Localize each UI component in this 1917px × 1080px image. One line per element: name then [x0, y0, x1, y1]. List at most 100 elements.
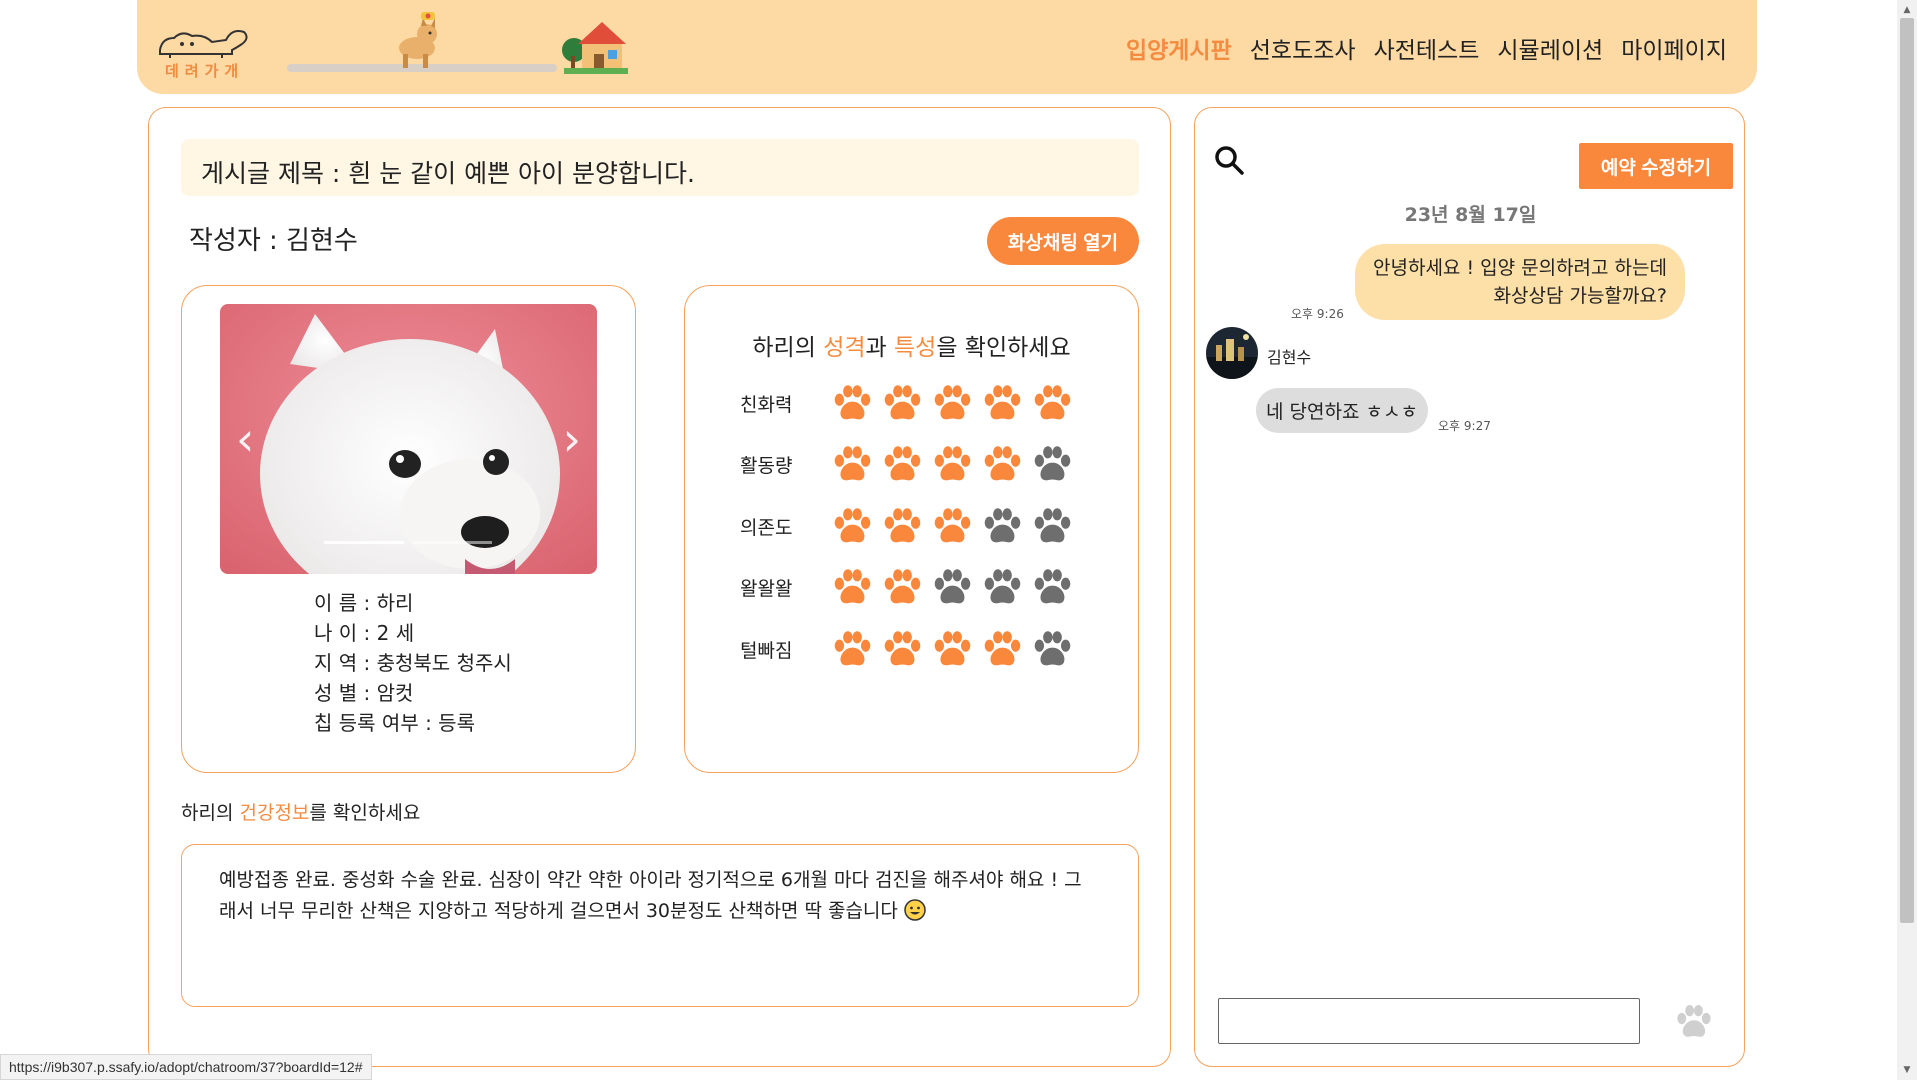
trait-label: 털빠짐	[740, 639, 793, 662]
nav-item-pre-test[interactable]: 사전테스트	[1374, 31, 1480, 65]
post-panel: 게시글 제목 : 흰 눈 같이 예쁜 아이 분양합니다. 작성자 : 김현수 화…	[148, 107, 1171, 1067]
trait-row: 친화력	[740, 378, 1075, 428]
paw-filled-icon	[834, 630, 871, 665]
trait-row: 활동량	[740, 440, 1075, 490]
traits-heading-personality: 성격	[823, 335, 866, 361]
search-icon[interactable]	[1213, 144, 1245, 176]
edit-reservation-button[interactable]: 예약 수정하기	[1579, 143, 1733, 189]
trait-paw-rating	[830, 442, 1075, 487]
paw-filled-icon	[884, 569, 921, 604]
nav-item-my-page[interactable]: 마이페이지	[1621, 31, 1727, 65]
nav-item-adopt-board[interactable]: 입양게시판	[1126, 31, 1232, 65]
paw-filled-icon	[834, 384, 871, 419]
dog-info-chip: 칩 등록 여부 : 등록	[314, 711, 475, 735]
paw-filled-icon	[884, 384, 921, 419]
scroll-thumb[interactable]	[1900, 18, 1914, 923]
trait-label: 의존도	[740, 516, 793, 539]
traits-heading-suffix: 을 확인하세요	[936, 335, 1071, 361]
paw-filled-icon	[984, 630, 1021, 665]
chat-message-line: 화상상담 가능할까요?	[1493, 285, 1667, 307]
health-info-body: 예방접종 완료. 중성화 수술 완료. 심장이 약간 약한 아이라 정기적으로 …	[219, 869, 1082, 922]
dog-photo-carousel[interactable]: ‹ ›	[220, 304, 597, 574]
trait-paw-rating	[830, 504, 1075, 549]
paw-empty-icon	[984, 569, 1021, 604]
chat-message-line: 안녕하세요 ! 입양 문의하려고 하는데	[1373, 257, 1667, 279]
carousel-indicator[interactable]	[412, 541, 492, 544]
health-heading: 하리의 건강정보를 확인하세요	[181, 798, 420, 825]
trait-row: 왈왈왈	[740, 563, 1075, 613]
paw-filled-icon	[934, 630, 971, 665]
traits-heading-characteristics: 특성	[894, 335, 937, 361]
paw-empty-icon	[984, 507, 1021, 542]
chat-date: 23년 8월 17일	[1404, 204, 1537, 226]
dog-info-list: 이 름 : 하리 나 이 : 2 세 지 역 : 충청북도 청주시 성 별 : …	[314, 588, 512, 738]
health-heading-accent: 건강정보	[239, 802, 310, 824]
nav-item-simulation[interactable]: 시뮬레이션	[1497, 31, 1603, 65]
open-video-chat-button[interactable]: 화상채팅 열기	[987, 217, 1139, 265]
status-bar-url: https://i9b307.p.ssafy.io/adopt/chatroom…	[0, 1054, 372, 1080]
dog-info-age: 나 이 : 2 세	[314, 621, 415, 645]
paw-filled-icon	[934, 384, 971, 419]
paw-filled-icon	[834, 446, 871, 481]
chat-message-input[interactable]	[1218, 998, 1640, 1044]
paw-empty-icon	[934, 569, 971, 604]
paw-send-icon[interactable]	[1673, 1001, 1715, 1043]
dog-traits-card: 하리의 성격과 특성을 확인하세요 친화력활동량의존도왈왈왈털빠짐	[684, 285, 1139, 773]
paw-empty-icon	[1034, 507, 1071, 542]
trait-label: 친화력	[740, 393, 793, 416]
health-info-box: 예방접종 완료. 중성화 수술 완료. 심장이 약간 약한 아이라 정기적으로 …	[181, 844, 1139, 1007]
dog-info-name: 이 름 : 하리	[314, 591, 414, 615]
paw-filled-icon	[834, 569, 871, 604]
page-scrollbar[interactable]: ▲ ▼	[1897, 0, 1917, 1080]
chat-sender-name: 김현수	[1267, 348, 1312, 367]
walking-dog-icon	[399, 12, 437, 68]
paw-filled-icon	[834, 507, 871, 542]
paw-filled-icon	[884, 507, 921, 542]
chat-message-mine: 안녕하세요 ! 입양 문의하려고 하는데 화상상담 가능할까요?	[1355, 244, 1685, 320]
carousel-next-icon[interactable]: ›	[563, 416, 581, 462]
main-nav: 입양게시판 선호도조사 사전테스트 시뮬레이션 마이페이지	[1126, 31, 1727, 65]
post-title: 게시글 제목 : 흰 눈 같이 예쁜 아이 분양합니다.	[201, 159, 695, 188]
paw-filled-icon	[1034, 384, 1071, 419]
dog-info-gender: 성 별 : 암컷	[314, 681, 414, 705]
paw-empty-icon	[1034, 630, 1071, 665]
health-heading-prefix: 하리의	[181, 802, 240, 824]
dog-info-region: 지 역 : 충청북도 청주시	[314, 651, 512, 675]
post-author: 작성자 : 김현수	[189, 226, 358, 256]
traits-heading-middle: 과	[865, 335, 894, 361]
nav-item-preference-survey[interactable]: 선호도조사	[1250, 31, 1356, 65]
paw-filled-icon	[934, 507, 971, 542]
trait-label: 왈왈왈	[740, 578, 793, 600]
trait-row: 털빠짐	[740, 624, 1075, 674]
paw-filled-icon	[984, 446, 1021, 481]
trait-paw-rating	[830, 627, 1075, 672]
scroll-up-arrow-icon[interactable]: ▲	[1897, 0, 1917, 20]
traits-heading: 하리의 성격과 특성을 확인하세요	[685, 328, 1138, 362]
traits-heading-prefix: 하리의	[752, 335, 824, 361]
health-heading-suffix: 를 확인하세요	[309, 802, 421, 824]
post-title-box: 게시글 제목 : 흰 눈 같이 예쁜 아이 분양합니다.	[181, 139, 1139, 196]
paw-filled-icon	[984, 384, 1021, 419]
paw-filled-icon	[934, 446, 971, 481]
paw-filled-icon	[884, 446, 921, 481]
chat-message-time: 오후 9:27	[1438, 419, 1491, 433]
header: 데려가개 입양게시판 선호도조사 사전테스트 시뮬레이션 마이페이지	[137, 0, 1757, 94]
chat-message-other: 네 당연하죠 ㅎㅅㅎ	[1256, 388, 1428, 433]
trait-label: 활동량	[740, 455, 793, 477]
chat-message-time: 오후 9:26	[1291, 307, 1344, 321]
logo-text: 데려가개	[165, 62, 245, 80]
trait-row: 의존도	[740, 501, 1075, 551]
carousel-indicator[interactable]	[324, 541, 404, 544]
paw-empty-icon	[1034, 446, 1071, 481]
page: 데려가개 입양게시판 선호도조사 사전테스트 시뮬레이션 마이페이지 게시글 제…	[0, 0, 1917, 1080]
paw-filled-icon	[884, 630, 921, 665]
health-info-text: 예방접종 완료. 중성화 수술 완료. 심장이 약간 약한 아이라 정기적으로 …	[219, 865, 1099, 927]
carousel-prev-icon[interactable]: ‹	[236, 416, 254, 462]
trait-paw-rating	[830, 381, 1075, 426]
scroll-down-arrow-icon[interactable]: ▼	[1897, 1060, 1917, 1080]
carousel-indicators	[324, 541, 492, 544]
avatar	[1206, 327, 1258, 379]
paw-empty-icon	[1034, 569, 1071, 604]
trait-paw-rating	[830, 565, 1075, 610]
dog-profile-card: ‹ › 이 름 : 하리 나 이 : 2 세 지 역 : 충청북도 청주시 성 …	[181, 285, 636, 773]
